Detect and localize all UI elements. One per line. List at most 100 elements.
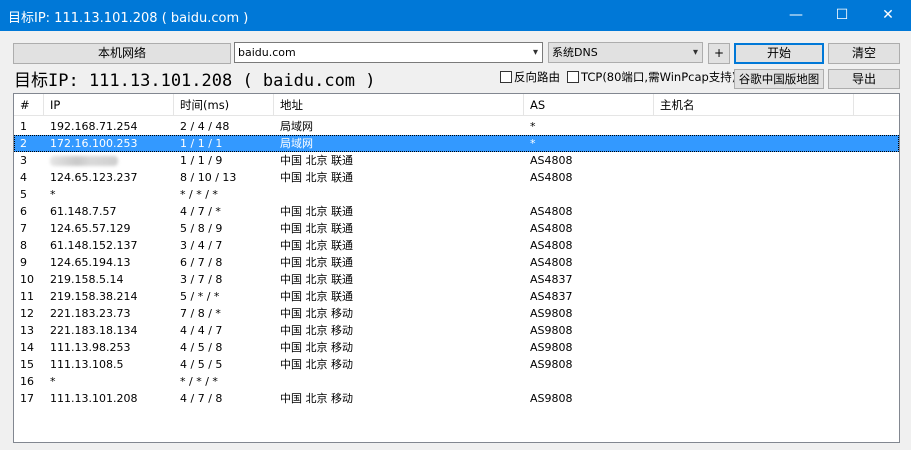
reverse-route-label: 反向路由 [514, 70, 560, 84]
hop-as: AS4837 [530, 273, 573, 286]
hop-address: 中国 北京 联通 [280, 171, 353, 184]
hop-hostname [654, 271, 854, 288]
hop-ip [44, 152, 174, 169]
hop-time: 4 / 7 / * [180, 205, 221, 218]
window-title: 目标IP: 111.13.101.208 ( baidu.com ) [8, 11, 249, 26]
chevron-down-icon: ▾ [532, 47, 538, 58]
hop-hostname [654, 135, 854, 152]
clear-button[interactable]: 清空 [828, 43, 900, 64]
hop-number: 11 [20, 290, 34, 303]
hop-as: AS9808 [530, 358, 573, 371]
table-row[interactable]: 15 111.13.108.5 4 / 5 / 5 中国 北京 移动 AS9808 [14, 356, 899, 373]
hop-time: 3 / 4 / 7 [180, 239, 223, 252]
hop-address: 局域网 [280, 120, 313, 133]
table-row[interactable]: 11 219.158.38.214 5 / * / * 中国 北京 联通 AS4837 [14, 288, 899, 305]
tcp-label: TCP(80端口,需WinPcap支持) [581, 70, 737, 84]
hop-hostname [654, 373, 854, 390]
table-row[interactable]: 8 61.148.152.137 3 / 4 / 7 中国 北京 联通 AS4808 [14, 237, 899, 254]
trace-results-list[interactable]: # IP 时间(ms) 地址 AS 主机名 1 192.168.71.254 2 / 4 / … [13, 93, 900, 443]
hop-time: 3 / 7 / 8 [180, 273, 223, 286]
hop-number: 14 [20, 341, 34, 354]
hop-hostname [654, 118, 854, 135]
minimize-button[interactable]: — [773, 0, 819, 31]
hop-ip: 219.158.38.214 [50, 290, 138, 303]
hop-as [524, 186, 654, 203]
table-row[interactable]: 17 111.13.101.208 4 / 7 / 8 中国 北京 移动 AS9808 [14, 390, 899, 407]
hop-address: 中国 北京 移动 [280, 307, 353, 320]
close-button[interactable]: ✕ [865, 0, 911, 31]
column-header[interactable]: 主机名 [654, 94, 854, 116]
hop-as: * [530, 120, 536, 133]
table-row[interactable]: 5 * * / * / * [14, 186, 899, 203]
hop-time: * / * / * [180, 375, 218, 388]
reverse-route-checkbox[interactable]: 反向路由 [500, 70, 560, 86]
hop-number: 13 [20, 324, 34, 337]
hop-time: 5 / 8 / 9 [180, 222, 223, 235]
hop-hostname [654, 220, 854, 237]
hop-as: AS4808 [530, 222, 573, 235]
table-row[interactable]: 16 * * / * / * [14, 373, 899, 390]
hop-hostname [654, 356, 854, 373]
start-button[interactable]: 开始 [734, 43, 824, 64]
hop-time: 7 / 8 / * [180, 307, 221, 320]
hop-ip: 61.148.152.137 [50, 239, 138, 252]
hop-address: 中国 北京 联通 [280, 290, 353, 303]
target-host-combo[interactable]: baidu.com ▾ [234, 42, 543, 63]
table-row[interactable]: 13 221.183.18.134 4 / 4 / 7 中国 北京 移动 AS9808 [14, 322, 899, 339]
hop-ip: 221.183.18.134 [50, 324, 138, 337]
column-header[interactable]: # [14, 94, 44, 116]
table-row[interactable]: 7 124.65.57.129 5 / 8 / 9 中国 北京 联通 AS4808 [14, 220, 899, 237]
hop-hostname [654, 203, 854, 220]
hop-address: 局域网 [280, 137, 313, 150]
hop-address: 中国 北京 移动 [280, 358, 353, 371]
hop-as: AS9808 [530, 324, 573, 337]
hop-as: AS4808 [530, 154, 573, 167]
hop-time: 4 / 5 / 8 [180, 341, 223, 354]
checkbox-icon [500, 71, 512, 83]
hop-ip: 172.16.100.253 [50, 137, 138, 150]
hop-number: 15 [20, 358, 34, 371]
dns-value: 系统DNS [552, 46, 598, 59]
hop-as [524, 373, 654, 390]
table-row[interactable]: 3 1 / 1 / 9 中国 北京 联通 AS4808 [14, 152, 899, 169]
hop-hostname [654, 237, 854, 254]
table-row[interactable]: 9 124.65.194.13 6 / 7 / 8 中国 北京 联通 AS4808 [14, 254, 899, 271]
column-header[interactable]: 时间(ms) [174, 94, 274, 116]
table-row[interactable]: 10 219.158.5.14 3 / 7 / 8 中国 北京 联通 AS4837 [14, 271, 899, 288]
hop-number: 7 [20, 222, 27, 235]
table-row[interactable]: 1 192.168.71.254 2 / 4 / 48 局域网 * [14, 118, 899, 135]
hop-time: 5 / * / * [180, 290, 220, 303]
table-row[interactable]: 14 111.13.98.253 4 / 5 / 8 中国 北京 移动 AS9808 [14, 339, 899, 356]
tcp-checkbox[interactable]: TCP(80端口,需WinPcap支持) [567, 70, 736, 86]
dns-select[interactable]: 系统DNS ▾ [548, 42, 703, 63]
hop-address [274, 186, 524, 203]
add-dns-button[interactable]: + [708, 43, 730, 64]
hop-hostname [654, 322, 854, 339]
column-header[interactable]: AS [524, 94, 654, 116]
hop-number: 6 [20, 205, 27, 218]
hop-ip: 61.148.7.57 [50, 205, 117, 218]
maximize-button[interactable]: ☐ [819, 0, 865, 31]
table-row[interactable]: 2 172.16.100.253 1 / 1 / 1 局域网 * [14, 135, 899, 152]
local-network-button[interactable]: 本机网络 [13, 43, 231, 64]
table-row[interactable]: 6 61.148.7.57 4 / 7 / * 中国 北京 联通 AS4808 [14, 203, 899, 220]
column-header[interactable]: IP [44, 94, 174, 116]
hop-ip: * [50, 375, 56, 388]
hop-number: 16 [20, 375, 34, 388]
hop-time: * / * / * [180, 188, 218, 201]
hop-ip: 124.65.57.129 [50, 222, 131, 235]
checkbox-icon [567, 71, 579, 83]
hop-number: 12 [20, 307, 34, 320]
hop-ip: 221.183.23.73 [50, 307, 131, 320]
hop-hostname [654, 254, 854, 271]
hop-time: 4 / 5 / 5 [180, 358, 223, 371]
hop-ip: 111.13.101.208 [50, 392, 138, 405]
table-row[interactable]: 12 221.183.23.73 7 / 8 / * 中国 北京 移动 AS9808 [14, 305, 899, 322]
hop-number: 2 [20, 137, 27, 150]
hop-address: 中国 北京 移动 [280, 324, 353, 337]
table-row[interactable]: 4 124.65.123.237 8 / 10 / 13 中国 北京 联通 AS4808 [14, 169, 899, 186]
export-button[interactable]: 导出 [828, 69, 900, 89]
hop-time: 2 / 4 / 48 [180, 120, 230, 133]
column-header[interactable]: 地址 [274, 94, 524, 116]
google-map-button[interactable]: 谷歌中国版地图 [734, 69, 824, 89]
